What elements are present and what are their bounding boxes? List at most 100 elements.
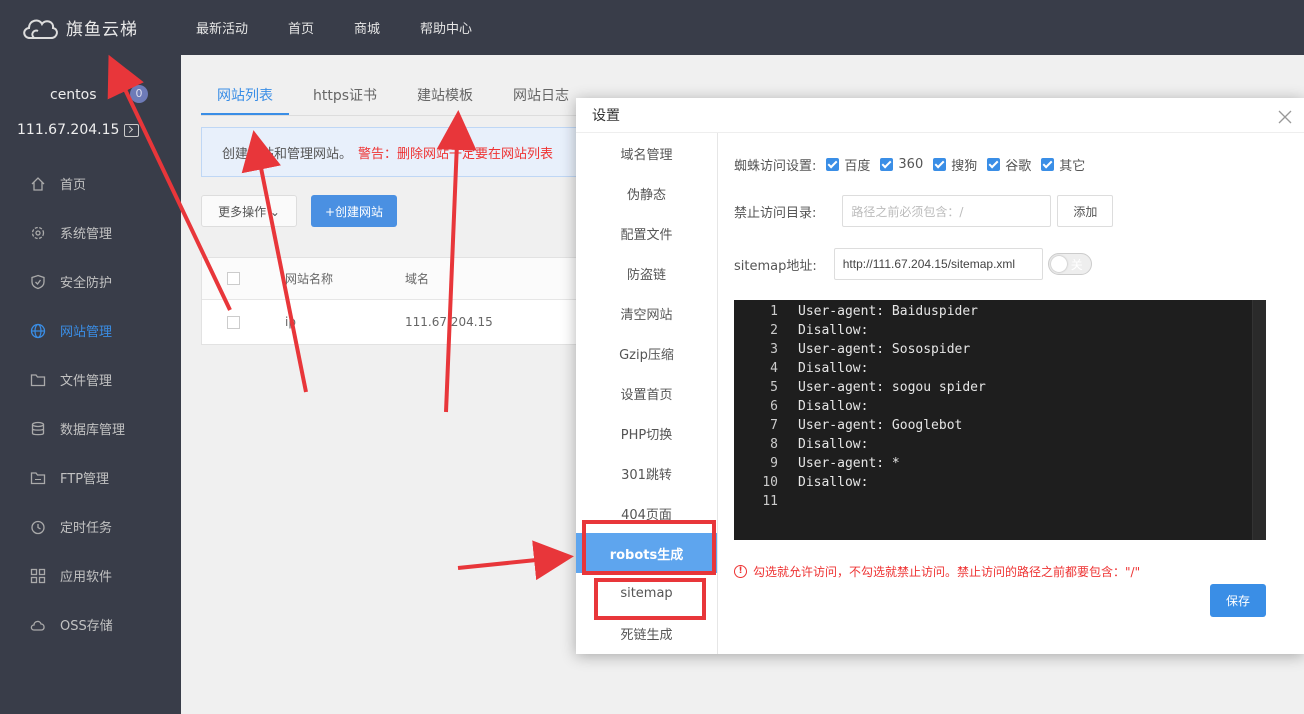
select-all-checkbox[interactable]	[227, 272, 240, 285]
site-name-cell: ip	[285, 315, 296, 329]
spider-checkbox-sogou[interactable]: 搜狗	[933, 155, 977, 174]
sidebar-item-ftp[interactable]: FTP管理	[0, 453, 181, 502]
sidebar-item-home[interactable]: 首页	[0, 159, 181, 208]
line-number: 6	[770, 399, 778, 414]
notification-badge[interactable]: 0	[130, 85, 148, 103]
column-header-domain: 域名	[405, 272, 430, 286]
top-nav-help[interactable]: 帮助中心	[420, 18, 472, 37]
line-number: 5	[770, 380, 778, 395]
sidebar: centos 0 111.67.204.15 首页 系统管理 安全防护 网站管理…	[0, 55, 181, 714]
sidebar-item-label: 文件管理	[60, 374, 113, 389]
sidebar-item-system[interactable]: 系统管理	[0, 208, 181, 257]
line-number: 10	[762, 475, 778, 490]
spider-option-label: 谷歌	[1005, 159, 1032, 174]
line-number: 3	[770, 342, 778, 357]
line-number: 8	[770, 437, 778, 452]
nav-301[interactable]: 301跳转	[576, 453, 717, 493]
sitemap-url-input[interactable]: http://111.67.204.15/sitemap.xml	[833, 248, 1043, 280]
tab-logs[interactable]: 网站日志	[497, 85, 585, 115]
nav-clear-site[interactable]: 清空网站	[576, 293, 717, 333]
folder-icon	[30, 372, 46, 388]
top-nav-store[interactable]: 商城	[354, 18, 380, 37]
tab-https[interactable]: https证书	[297, 85, 393, 115]
column-header-name: 网站名称	[285, 272, 334, 286]
terminal-icon[interactable]	[124, 124, 139, 137]
spider-checkbox-google[interactable]: 谷歌	[987, 155, 1031, 174]
username: centos	[50, 87, 97, 103]
toggle-text: 关	[1070, 258, 1083, 272]
cloud-logo-icon	[23, 19, 58, 39]
checkbox-checked-icon	[987, 158, 1001, 171]
sidebar-item-label: OSS存储	[60, 619, 113, 634]
top-nav-home[interactable]: 首页	[288, 18, 314, 37]
notice-warning: 警告：删除网站一定要在网站列表	[358, 146, 554, 162]
code-line: User-agent: *	[798, 456, 900, 471]
logo-text: 旗鱼云梯	[66, 20, 138, 40]
sidebar-item-files[interactable]: 文件管理	[0, 355, 181, 404]
tab-site-list[interactable]: 网站列表	[201, 85, 289, 115]
editor-scrollbar[interactable]	[1252, 300, 1266, 540]
clock-icon	[30, 519, 46, 535]
line-number: 11	[762, 494, 778, 509]
spider-checkbox-baidu[interactable]: 百度	[826, 155, 870, 174]
nav-config[interactable]: 配置文件	[576, 213, 717, 253]
close-icon[interactable]	[1278, 110, 1292, 124]
robots-tip: ! 勾选就允许访问，不勾选就禁止访问。禁止访问的路径之前都要包含："/"	[734, 563, 1140, 580]
sidebar-item-label: FTP管理	[60, 472, 110, 487]
tab-templates[interactable]: 建站模板	[401, 85, 489, 115]
sidebar-item-apps[interactable]: 应用软件	[0, 551, 181, 600]
sidebar-item-label: 首页	[60, 178, 87, 193]
sidebar-item-label: 应用软件	[60, 570, 113, 585]
nav-index[interactable]: 设置首页	[576, 373, 717, 413]
nav-gzip[interactable]: Gzip压缩	[576, 333, 717, 373]
checkbox-checked-icon	[933, 158, 947, 171]
sidebar-item-label: 安全防护	[60, 276, 113, 291]
save-button[interactable]: 保存	[1210, 584, 1266, 617]
sidebar-item-oss[interactable]: OSS存储	[0, 600, 181, 649]
site-domain-cell: 111.67.204.15	[405, 315, 493, 329]
sitemap-toggle[interactable]: 关	[1047, 253, 1092, 275]
sidebar-item-cron[interactable]: 定时任务	[0, 502, 181, 551]
home-icon	[30, 176, 46, 192]
code-line: User-agent: Googlebot	[798, 418, 963, 433]
table-row[interactable]: ip 111.67.204.15	[202, 300, 580, 344]
robots-code-editor[interactable]: 1 2 3 4 5 6 7 8 9 10 11 User-agent: Baid…	[734, 300, 1266, 540]
nav-hotlink[interactable]: 防盗链	[576, 253, 717, 293]
logo[interactable]: 旗鱼云梯	[0, 12, 180, 44]
more-actions-button[interactable]: 更多操作 ⌄	[201, 195, 297, 227]
code-line: Disallow:	[798, 361, 869, 376]
line-number: 2	[770, 323, 778, 338]
top-nav-latest[interactable]: 最新活动	[196, 18, 248, 37]
database-icon	[30, 421, 46, 437]
disallow-dir-input[interactable]: 路径之前必须包含：/	[842, 195, 1052, 227]
nav-php[interactable]: PHP切换	[576, 413, 717, 453]
spider-option-label: 百度	[844, 159, 871, 174]
sidebar-item-label: 数据库管理	[60, 423, 126, 438]
spider-option-label: 搜狗	[951, 159, 978, 174]
highlight-box-sitemap	[594, 578, 706, 620]
code-line: User-agent: Sosospider	[798, 342, 971, 357]
tip-text: 勾选就允许访问，不勾选就禁止访问。禁止访问的路径之前都要包含："/"	[753, 565, 1141, 579]
add-button[interactable]: 添加	[1057, 195, 1114, 227]
create-site-button[interactable]: +创建网站	[311, 195, 397, 227]
sidebar-item-database[interactable]: 数据库管理	[0, 404, 181, 453]
sidebar-item-label: 网站管理	[60, 325, 113, 340]
sidebar-item-security[interactable]: 安全防护	[0, 257, 181, 306]
code-content[interactable]: User-agent: Baiduspider Disallow: User-a…	[798, 302, 986, 511]
spider-checkbox-360[interactable]: 360	[880, 157, 923, 172]
gear-icon	[30, 225, 46, 241]
checkbox-checked-icon	[826, 158, 840, 171]
cloud-storage-icon	[30, 617, 46, 633]
row-checkbox[interactable]	[227, 315, 240, 329]
spider-checkbox-other[interactable]: 其它	[1041, 155, 1085, 174]
sidebar-item-website[interactable]: 网站管理	[0, 306, 181, 355]
spider-settings-row: 蜘蛛访问设置: 百度 360 搜狗 谷歌 其它	[734, 155, 1085, 174]
notice-banner: 创建网站和管理网站。 警告：删除网站一定要在网站列表	[201, 127, 581, 177]
code-line: Disallow:	[798, 399, 869, 414]
line-number: 4	[770, 361, 778, 376]
code-line: User-agent: sogou spider	[798, 380, 986, 395]
nav-rewrite[interactable]: 伪静态	[576, 173, 717, 213]
nav-domain[interactable]: 域名管理	[576, 133, 717, 173]
modal-header: 设置	[576, 98, 1304, 133]
